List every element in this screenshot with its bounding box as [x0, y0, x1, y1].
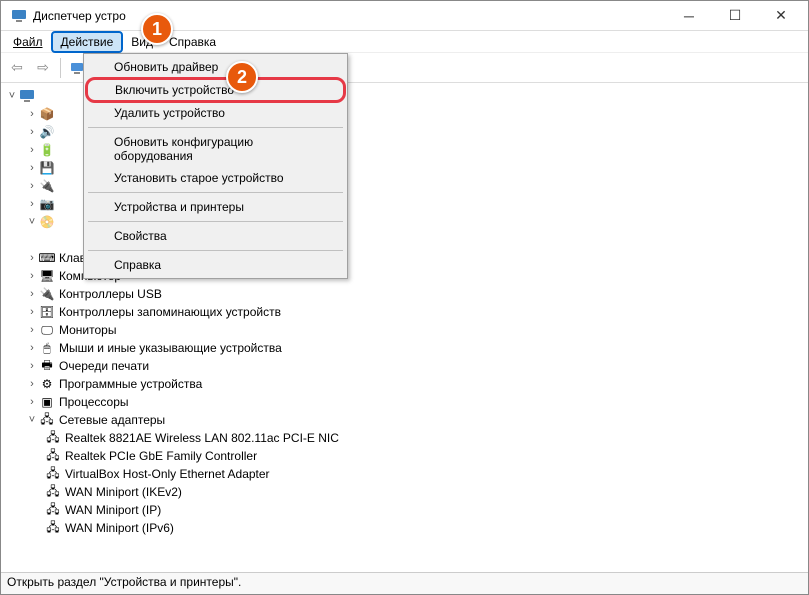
- menu-separator: [88, 221, 343, 222]
- network-adapter-icon: 🖧: [45, 520, 61, 536]
- tree-category-network[interactable]: ˅🖧Сетевые адаптеры: [5, 411, 804, 429]
- tree-category-mice[interactable]: ›🖱Мыши и иные указывающие устройства: [5, 339, 804, 357]
- chevron-right-icon[interactable]: ›: [25, 378, 39, 390]
- chevron-down-icon[interactable]: ˅: [25, 414, 39, 426]
- network-adapter-icon: 🖧: [45, 430, 61, 446]
- chevron-right-icon[interactable]: ›: [25, 162, 39, 174]
- menu-separator: [88, 127, 343, 128]
- device-icon: 📦: [39, 106, 55, 122]
- maximize-button[interactable]: ☐: [712, 1, 758, 31]
- menu-devices-printers[interactable]: Устройства и принтеры: [86, 196, 345, 218]
- menu-scan-hardware[interactable]: Обновить конфигурацию оборудования: [86, 131, 345, 167]
- window-title: Диспетчер устро: [33, 9, 666, 23]
- tree-item-network-adapter[interactable]: 🖧Realtek 8821AE Wireless LAN 802.11ac PC…: [5, 429, 804, 447]
- network-adapter-icon: 🖧: [45, 448, 61, 464]
- tree-item-network-adapter[interactable]: 🖧WAN Miniport (IPv6): [5, 519, 804, 537]
- chevron-right-icon[interactable]: ›: [25, 306, 39, 318]
- tree-item-network-adapter[interactable]: 🖧WAN Miniport (IKEv2): [5, 483, 804, 501]
- tree-item-network-adapter[interactable]: 🖧WAN Miniport (IP): [5, 501, 804, 519]
- chevron-right-icon[interactable]: ›: [25, 288, 39, 300]
- tree-item-network-adapter[interactable]: 🖧Realtek PCIe GbE Family Controller: [5, 447, 804, 465]
- tree-category-usb[interactable]: ›🔌Контроллеры USB: [5, 285, 804, 303]
- chevron-down-icon[interactable]: ˅: [5, 90, 19, 102]
- tree-item-network-adapter[interactable]: 🖧VirtualBox Host-Only Ethernet Adapter: [5, 465, 804, 483]
- chevron-right-icon[interactable]: ›: [25, 324, 39, 336]
- window-controls: ─ ☐ ✕: [666, 1, 804, 31]
- mouse-icon: 🖱: [39, 340, 55, 356]
- menu-action[interactable]: Действие: [51, 31, 124, 53]
- keyboard-icon: ⌨: [39, 250, 55, 266]
- forward-button[interactable]: ⇨: [31, 56, 55, 80]
- minimize-button[interactable]: ─: [666, 1, 712, 31]
- chevron-right-icon[interactable]: ›: [25, 270, 39, 282]
- chevron-right-icon[interactable]: ›: [25, 342, 39, 354]
- device-icon: 💾: [39, 160, 55, 176]
- tree-category-monitors[interactable]: ›🖵Мониторы: [5, 321, 804, 339]
- back-button[interactable]: ⇦: [5, 56, 29, 80]
- tree-category-storage[interactable]: ›🗄Контроллеры запоминающих устройств: [5, 303, 804, 321]
- device-icon: 🔋: [39, 142, 55, 158]
- statusbar: Открыть раздел "Устройства и принтеры".: [1, 572, 808, 594]
- device-icon: [59, 232, 75, 248]
- action-dropdown: Обновить драйвер Включить устройство Уда…: [83, 53, 348, 279]
- device-icon: 🔌: [39, 178, 55, 194]
- software-icon: ⚙: [39, 376, 55, 392]
- menu-file[interactable]: Файл: [5, 33, 51, 51]
- chevron-right-icon[interactable]: ›: [25, 396, 39, 408]
- menu-add-legacy[interactable]: Установить старое устройство: [86, 167, 345, 189]
- menu-properties[interactable]: Свойства: [86, 225, 345, 247]
- network-adapter-icon: 🖧: [45, 502, 61, 518]
- menubar: Файл Действие Вид Справка: [1, 31, 808, 53]
- computer-icon: [19, 88, 35, 104]
- chevron-right-icon[interactable]: ›: [25, 108, 39, 120]
- device-icon: 🔊: [39, 124, 55, 140]
- chevron-right-icon[interactable]: ›: [25, 126, 39, 138]
- network-icon: 🖧: [39, 412, 55, 428]
- chevron-right-icon[interactable]: ›: [25, 360, 39, 372]
- usb-icon: 🔌: [39, 286, 55, 302]
- tree-category-processors[interactable]: ›▣Процессоры: [5, 393, 804, 411]
- cpu-icon: ▣: [39, 394, 55, 410]
- app-icon: [11, 8, 27, 24]
- chevron-right-icon[interactable]: ›: [25, 198, 39, 210]
- device-icon: 📀: [39, 214, 55, 230]
- menu-remove-device[interactable]: Удалить устройство: [86, 102, 345, 124]
- device-icon: 📷: [39, 196, 55, 212]
- menu-help[interactable]: Справка: [86, 254, 345, 276]
- network-adapter-icon: 🖧: [45, 466, 61, 482]
- toolbar-separator: [60, 58, 61, 78]
- menu-update-driver[interactable]: Обновить драйвер: [86, 56, 345, 78]
- statusbar-text: Открыть раздел "Устройства и принтеры".: [7, 575, 241, 589]
- computer-icon: 🖥: [39, 268, 55, 284]
- tree-category-software[interactable]: ›⚙Программные устройства: [5, 375, 804, 393]
- annotation-callout-2: 2: [226, 61, 258, 93]
- chevron-right-icon[interactable]: ›: [25, 144, 39, 156]
- menu-enable-device[interactable]: Включить устройство: [85, 77, 346, 103]
- printer-icon: 🖶: [39, 358, 55, 374]
- annotation-callout-1: 1: [141, 13, 173, 45]
- titlebar: Диспетчер устро ─ ☐ ✕: [1, 1, 808, 31]
- menu-separator: [88, 192, 343, 193]
- monitor-icon: 🖵: [39, 322, 55, 338]
- chevron-right-icon[interactable]: ›: [25, 180, 39, 192]
- chevron-right-icon[interactable]: ›: [25, 252, 39, 264]
- storage-icon: 🗄: [39, 304, 55, 320]
- close-button[interactable]: ✕: [758, 1, 804, 31]
- menu-separator: [88, 250, 343, 251]
- network-adapter-icon: 🖧: [45, 484, 61, 500]
- chevron-down-icon[interactable]: ˅: [25, 216, 39, 228]
- tree-category-print-queues[interactable]: ›🖶Очереди печати: [5, 357, 804, 375]
